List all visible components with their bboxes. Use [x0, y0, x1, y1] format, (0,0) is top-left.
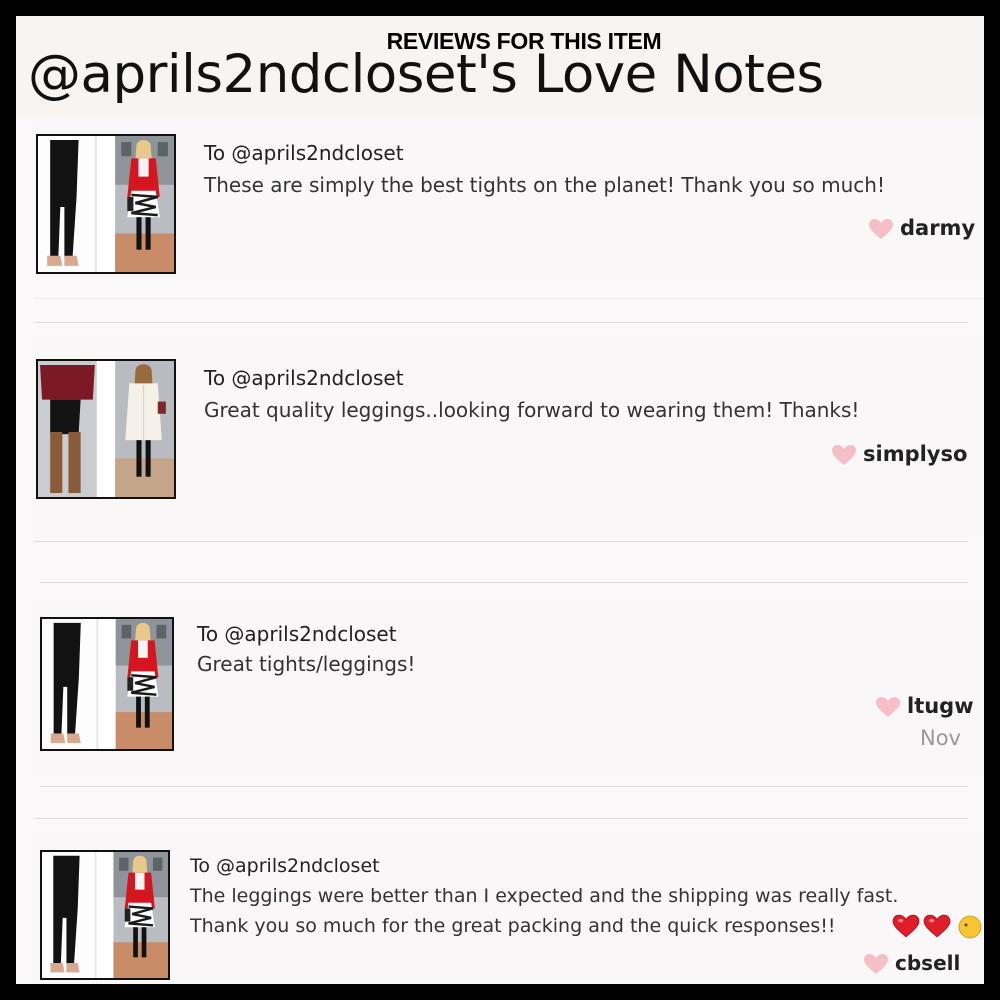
divider: [34, 818, 968, 819]
divider: [40, 786, 968, 787]
review-3-thumbnail[interactable]: [40, 617, 174, 751]
red-heart-emoji-icon: [923, 913, 951, 939]
divider: [34, 541, 968, 542]
review-3-recipient: To @aprils2ndcloset: [197, 622, 397, 646]
reviews-screen: REVIEWS FOR THIS ITEM @aprils2ndcloset's…: [16, 16, 984, 984]
review-card: [34, 598, 984, 778]
review-1-message: These are simply the best tights on the …: [204, 173, 885, 197]
review-3-username[interactable]: ltugw: [907, 694, 974, 718]
heart-icon[interactable]: [875, 696, 901, 718]
review-2-thumbnail[interactable]: [36, 359, 176, 499]
review-2-message: Great quality leggings..looking forward …: [204, 398, 860, 422]
review-4-message-line-2: Thank you so much for the great packing …: [190, 915, 836, 937]
review-1-recipient: To @aprils2ndcloset: [204, 141, 404, 165]
review-2-username[interactable]: simplyso: [863, 442, 967, 466]
page-title: @aprils2ndcloset's Love Notes: [28, 44, 824, 105]
review-2-recipient: To @aprils2ndcloset: [204, 366, 404, 390]
divider: [34, 322, 968, 323]
review-4-username[interactable]: cbsell: [895, 951, 960, 975]
review-card: [34, 338, 984, 538]
review-4-message-line-1: The leggings were better than I expected…: [190, 885, 899, 907]
divider: [40, 582, 968, 583]
review-4-thumbnail[interactable]: [40, 850, 170, 980]
review-1-thumbnail[interactable]: [36, 134, 176, 274]
heart-icon[interactable]: [831, 444, 857, 466]
review-3-message: Great tights/leggings!: [197, 652, 416, 676]
review-1-username[interactable]: darmy: [900, 216, 975, 240]
heart-icon[interactable]: [863, 953, 889, 975]
review-4-recipient: To @aprils2ndcloset: [190, 855, 380, 877]
heart-icon[interactable]: [868, 218, 894, 240]
red-heart-emoji-icon: [892, 913, 920, 939]
divider: [34, 298, 984, 299]
header: REVIEWS FOR THIS ITEM @aprils2ndcloset's…: [16, 16, 984, 116]
smiley-emoji-icon: [956, 914, 984, 940]
review-3-date: Nov: [920, 726, 961, 750]
